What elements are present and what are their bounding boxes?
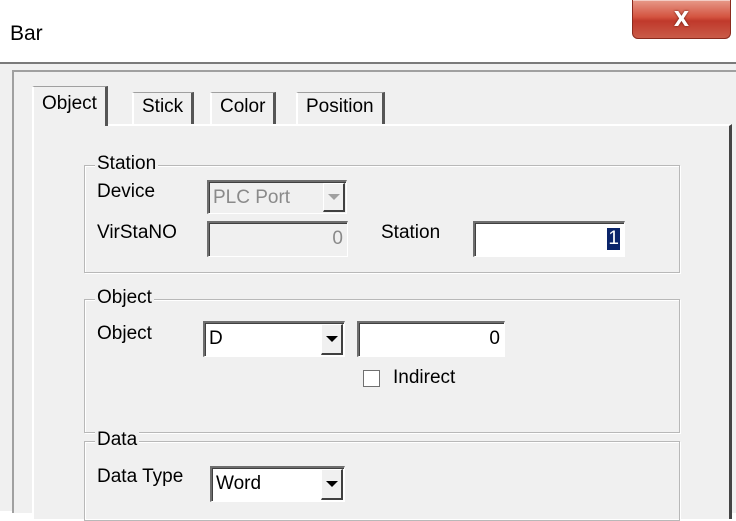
object-label: Object [97,323,152,344]
station-group-title: Station [95,153,159,175]
window-title: Bar [10,22,43,45]
close-icon: X [673,7,690,31]
tab-position[interactable]: Position [296,92,385,124]
data-group-title: Data [95,429,140,451]
station-group: Station Device PLC Port VirStaNO 0 Stati… [84,153,680,273]
object-type-select[interactable]: D [203,321,345,357]
virstano-label: VirStaNO [97,222,177,243]
close-button[interactable]: X [632,0,731,39]
chevron-down-icon [321,324,343,355]
chevron-down-icon [321,469,343,500]
station-label: Station [381,222,441,243]
tab-stick[interactable]: Stick [132,92,195,124]
tab-panel-object: Station Device PLC Port VirStaNO 0 Stati… [32,124,732,521]
data-group: Data Data Type Word [84,429,680,521]
virstano-field[interactable]: 0 [207,221,348,257]
tab-color[interactable]: Color [210,92,277,124]
device-select-value: PLC Port [213,187,291,208]
device-select[interactable]: PLC Port [207,180,347,214]
object-group: Object Object D 0 Indirect [84,287,680,433]
indirect-checkbox[interactable] [363,370,380,387]
title-bar: Bar X [0,0,736,62]
object-address-field[interactable]: 0 [357,321,505,357]
device-label: Device [97,181,156,202]
object-group-title: Object [95,287,154,309]
station-field[interactable]: 1 [473,221,625,257]
tab-object[interactable]: Object [32,86,108,126]
indirect-label: Indirect [393,367,456,388]
dialog-body: Object Stick Color Position Station Devi… [0,62,736,521]
data-type-label: Data Type [97,466,184,487]
object-type-value: D [209,328,223,349]
data-type-value: Word [216,473,262,494]
chevron-down-icon [323,183,345,212]
dialog-frame: Object Stick Color Position Station Devi… [12,70,736,521]
station-field-value: 1 [607,228,620,250]
data-type-select[interactable]: Word [210,466,345,502]
